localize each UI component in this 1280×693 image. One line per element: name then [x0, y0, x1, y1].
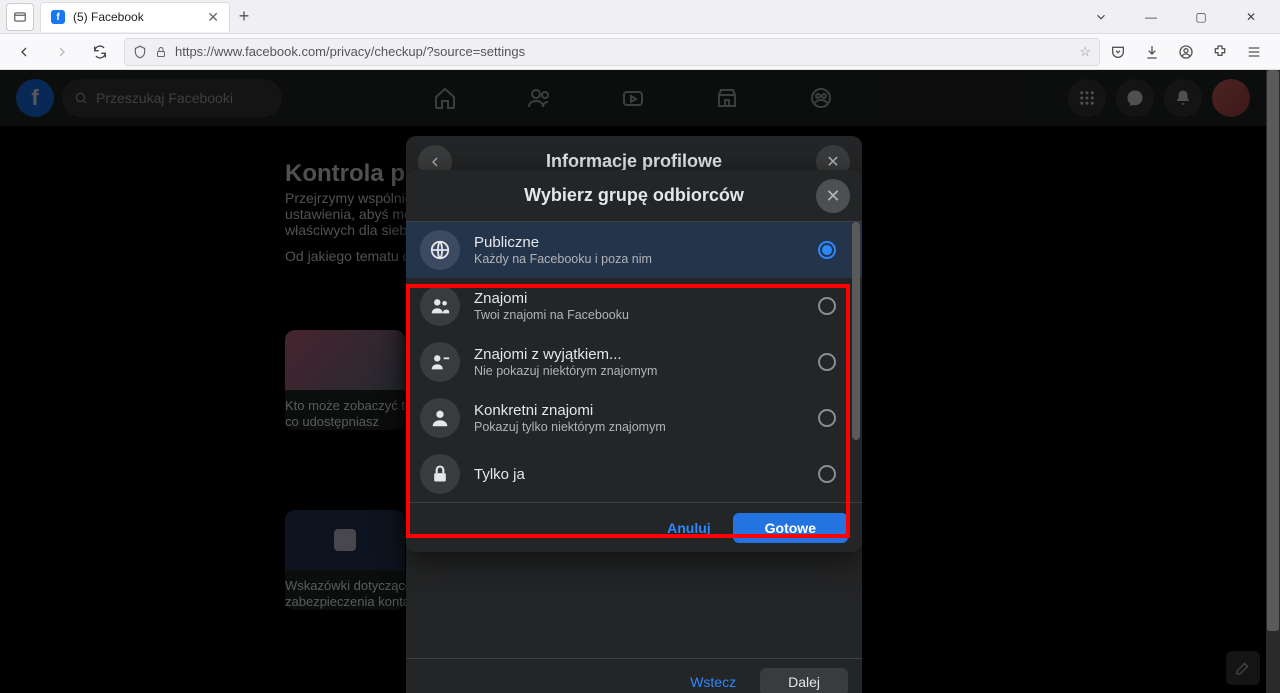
menu-icon[interactable]	[1246, 44, 1266, 60]
audience-dialog-title: Wybierz grupę odbiorców	[524, 185, 744, 206]
back-button[interactable]	[10, 38, 38, 66]
lock-icon	[420, 454, 460, 494]
forward-button[interactable]	[48, 38, 76, 66]
tab-title: (5) Facebook	[73, 10, 144, 24]
account-avatar[interactable]	[1212, 79, 1250, 117]
friends-icon	[420, 286, 460, 326]
url-bar[interactable]: https://www.facebook.com/privacy/checkup…	[124, 38, 1100, 66]
audience-option-friends[interactable]: Znajomi Twoi znajomi na Facebooku	[406, 278, 862, 334]
bookmark-star-icon[interactable]: ☆	[1079, 44, 1091, 60]
profile-info-title: Informacje profilowe	[546, 151, 722, 172]
browser-tab[interactable]: f (5) Facebook ✕	[40, 2, 230, 32]
audience-options-list: Publiczne Każdy na Facebooku i poza nim …	[406, 222, 862, 502]
notifications-icon[interactable]	[1164, 79, 1202, 117]
radio-unselected[interactable]	[818, 465, 836, 483]
person-icon	[420, 398, 460, 438]
minimize-button[interactable]: —	[1136, 2, 1166, 32]
facebook-search[interactable]: Przeszukaj Facebooki	[62, 79, 282, 117]
search-placeholder: Przeszukaj Facebooki	[96, 90, 233, 106]
radio-unselected[interactable]	[818, 297, 836, 315]
tab-close-button[interactable]: ✕	[207, 9, 219, 26]
option-title: Znajomi	[474, 290, 804, 307]
groups-icon[interactable]	[809, 86, 833, 110]
browser-toolbar: https://www.facebook.com/privacy/checkup…	[0, 34, 1280, 70]
close-window-button[interactable]: ✕	[1236, 2, 1266, 32]
new-tab-button[interactable]: +	[230, 3, 258, 31]
option-sub: Każdy na Facebooku i poza nim	[474, 252, 804, 266]
account-icon[interactable]	[1178, 44, 1198, 60]
home-icon[interactable]	[433, 86, 457, 110]
back-text-button[interactable]: Wstecz	[678, 668, 748, 693]
marketplace-icon[interactable]	[715, 86, 739, 110]
page-content: f Przeszukaj Facebooki Kontrola prywatno…	[0, 70, 1280, 693]
option-sub: Twoi znajomi na Facebooku	[474, 308, 804, 322]
url-text: https://www.facebook.com/privacy/checkup…	[175, 44, 525, 59]
watch-icon[interactable]	[621, 86, 645, 110]
option-title: Publiczne	[474, 234, 804, 251]
maximize-button[interactable]: ▢	[1186, 2, 1216, 32]
friends-except-icon	[420, 342, 460, 382]
audience-option-only-me[interactable]: Tylko ja	[406, 446, 862, 502]
facebook-favicon: f	[51, 10, 65, 24]
audience-selector-dialog: Wybierz grupę odbiorców ✕ Publiczne Każd…	[406, 170, 862, 552]
option-sub: Nie pokazuj niektórym znajomym	[474, 364, 804, 378]
friends-icon[interactable]	[527, 86, 551, 110]
cancel-button[interactable]: Anuluj	[655, 513, 723, 543]
recent-tabs-button[interactable]	[6, 3, 34, 31]
option-title: Znajomi z wyjątkiem...	[474, 346, 804, 363]
downloads-icon[interactable]	[1144, 44, 1164, 60]
done-button[interactable]: Gotowe	[733, 513, 848, 543]
facebook-header: f Przeszukaj Facebooki	[0, 70, 1266, 126]
dialog-scrollbar[interactable]	[852, 222, 860, 502]
radio-unselected[interactable]	[818, 353, 836, 371]
audience-dialog-close-button[interactable]: ✕	[816, 179, 850, 213]
option-title: Tylko ja	[474, 466, 804, 483]
pocket-icon[interactable]	[1110, 44, 1130, 60]
reload-button[interactable]	[86, 38, 114, 66]
browser-titlebar: f (5) Facebook ✕ + — ▢ ✕	[0, 0, 1280, 34]
radio-selected[interactable]	[818, 241, 836, 259]
audience-option-specific-friends[interactable]: Konkretni znajomi Pokazuj tylko niektóry…	[406, 390, 862, 446]
lock-icon[interactable]	[155, 46, 167, 58]
page-scrollbar[interactable]	[1266, 70, 1280, 693]
radio-unselected[interactable]	[818, 409, 836, 427]
audience-option-friends-except[interactable]: Znajomi z wyjątkiem... Nie pokazuj niekt…	[406, 334, 862, 390]
globe-icon	[420, 230, 460, 270]
next-button[interactable]: Dalej	[760, 668, 848, 693]
messenger-icon[interactable]	[1116, 79, 1154, 117]
menu-grid-icon[interactable]	[1068, 79, 1106, 117]
edit-button[interactable]	[1226, 651, 1260, 685]
extensions-icon[interactable]	[1212, 44, 1232, 60]
shield-icon[interactable]	[133, 45, 147, 59]
option-title: Konkretni znajomi	[474, 402, 804, 419]
facebook-logo[interactable]: f	[16, 79, 54, 117]
tabs-dropdown-button[interactable]	[1086, 2, 1116, 32]
search-icon	[74, 91, 88, 105]
audience-option-public[interactable]: Publiczne Każdy na Facebooku i poza nim	[406, 222, 862, 278]
option-sub: Pokazuj tylko niektórym znajomym	[474, 420, 804, 434]
